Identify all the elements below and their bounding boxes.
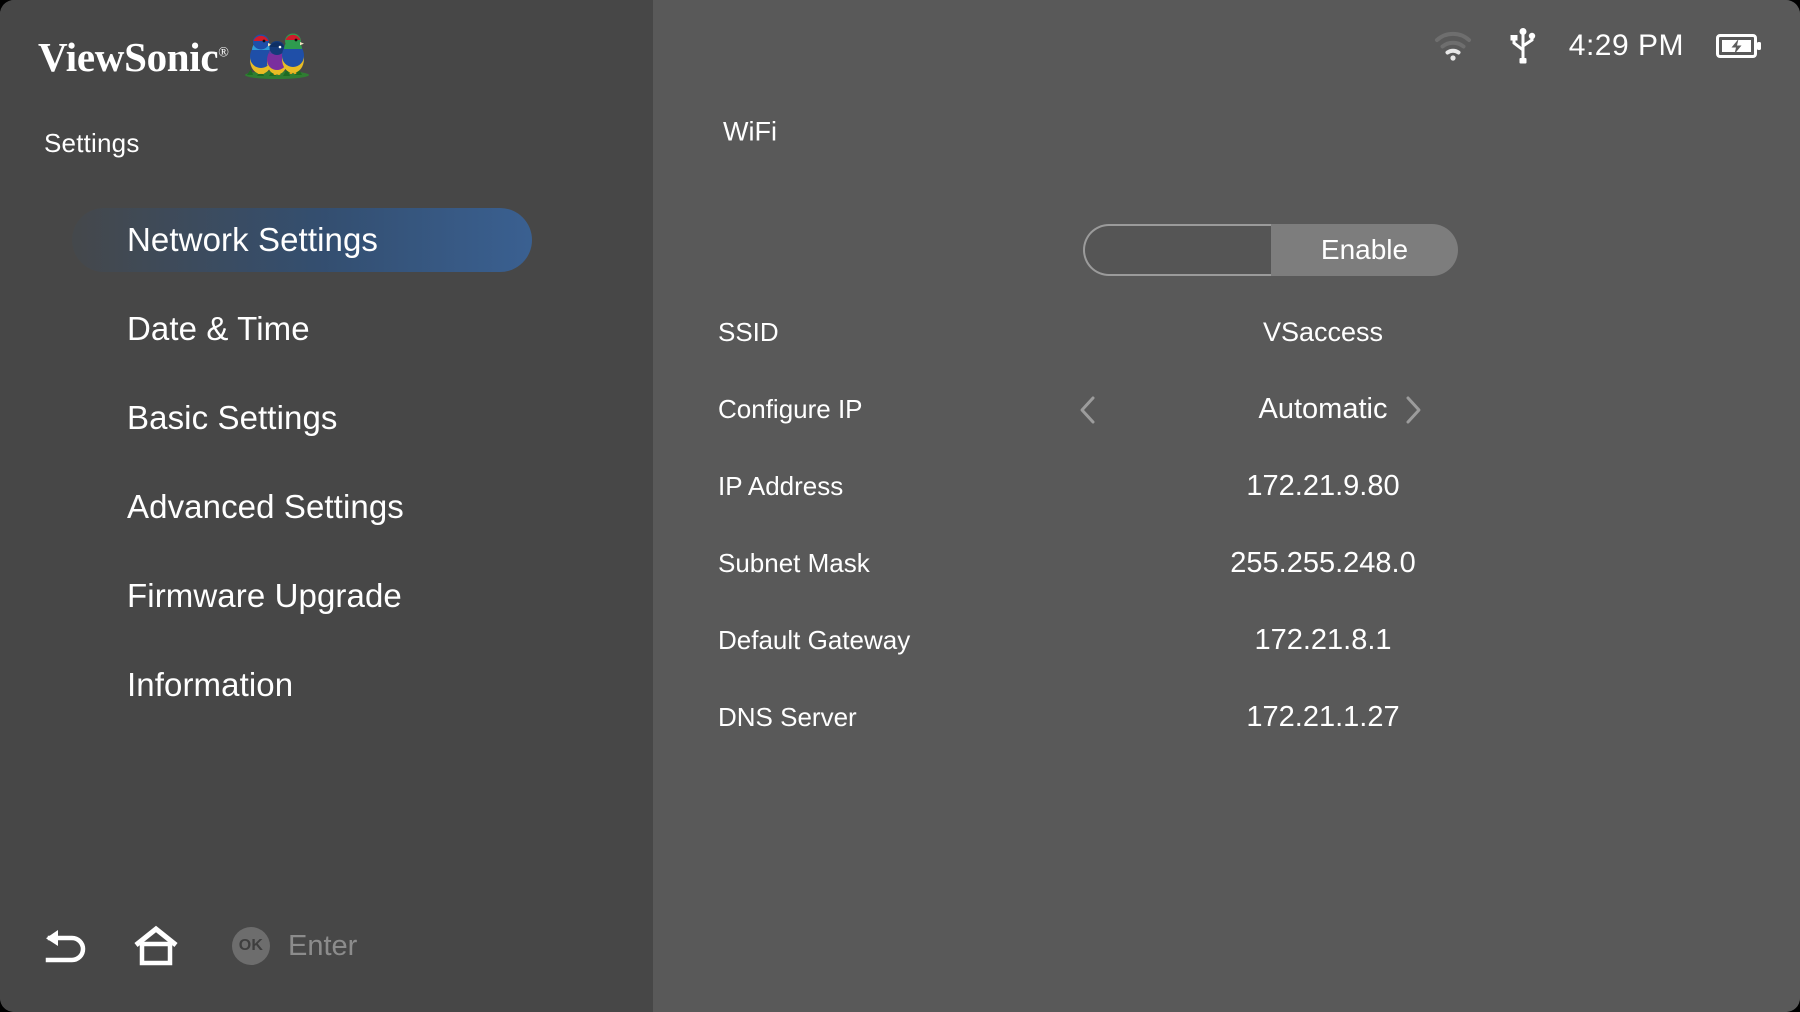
row-label: IP Address [718, 471, 844, 501]
row-subnet-mask[interactable]: Subnet Mask 255.255.248.0 [653, 525, 1800, 602]
sidebar-item-advanced-settings[interactable]: Advanced Settings [0, 475, 653, 539]
sidebar-item-label: Firmware Upgrade [127, 577, 402, 614]
viewsonic-logo: ViewSonic® [38, 28, 315, 79]
sidebar-item-label: Network Settings [127, 221, 379, 258]
sidebar-item-label: Information [127, 666, 294, 703]
viewsonic-finches-logo-icon [244, 33, 309, 79]
sidebar-item-label: Advanced Settings [127, 488, 404, 525]
home-icon [134, 925, 178, 966]
clock-time: 4:29 PM [1568, 29, 1684, 62]
sidebar-item-basic-settings[interactable]: Basic Settings [0, 386, 653, 450]
battery-charging-icon [1716, 34, 1761, 58]
row-label: Configure IP [718, 394, 863, 424]
row-dns-server[interactable]: DNS Server 172.21.1.27 [653, 679, 1800, 756]
row-configure-ip[interactable]: Configure IP Automatic [653, 371, 1800, 448]
back-arrow-icon [45, 930, 86, 963]
settings-screen: ViewSonic® Settings Network Settings Dat… [0, 0, 1800, 1012]
row-label: DNS Server [718, 702, 857, 732]
registered-mark: ® [218, 45, 229, 61]
usb-status [1509, 28, 1537, 64]
row-label: SSID [718, 317, 779, 347]
content-panel: 4:29 PM WiFi Enable SSID VSaccess Config… [653, 0, 1800, 1012]
chevron-right-glyph [1406, 396, 1421, 423]
row-ip-address[interactable]: IP Address 172.21.9.80 [653, 448, 1800, 525]
sidebar: ViewSonic® Settings Network Settings Dat… [0, 0, 653, 1012]
row-ssid[interactable]: SSID VSaccess [653, 294, 1800, 371]
status-bar: 4:29 PM [1433, 24, 1762, 68]
wifi-icon [1434, 31, 1471, 61]
row-label: Default Gateway [718, 625, 911, 655]
row-value: VSaccess [1262, 317, 1384, 347]
settings-menu: Network Settings Date & Time Basic Setti… [0, 208, 653, 742]
section-heading-wifi: WiFi [723, 116, 777, 147]
sidebar-item-network-settings[interactable]: Network Settings [0, 208, 653, 272]
wifi-enable-toggle[interactable]: Enable [1083, 224, 1458, 276]
ok-badge-icon: OK [232, 927, 270, 965]
brand-name: ViewSonic [38, 34, 219, 80]
row-value: 172.21.9.80 [1246, 470, 1400, 502]
sidebar-item-date-time[interactable]: Date & Time [0, 297, 653, 361]
viewsonic-wordmark: ViewSonic® [38, 37, 229, 78]
sidebar-item-firmware-upgrade[interactable]: Firmware Upgrade [0, 564, 653, 628]
sidebar-item-information[interactable]: Information [0, 653, 653, 717]
back-button[interactable] [40, 920, 92, 972]
toggle-enable-label[interactable]: Enable [1271, 224, 1458, 276]
row-default-gateway[interactable]: Default Gateway 172.21.8.1 [653, 602, 1800, 679]
wifi-status [1433, 30, 1473, 62]
sidebar-item-label: Basic Settings [127, 399, 338, 436]
row-value: Automatic [1258, 393, 1388, 425]
network-settings-list: SSID VSaccess Configure IP Automatic IP … [653, 294, 1800, 756]
row-label: Subnet Mask [718, 548, 870, 578]
toggle-off-track[interactable] [1083, 224, 1271, 276]
home-button[interactable] [130, 920, 182, 972]
bottom-toolbar: OK Enter [40, 920, 357, 972]
enter-label: Enter [288, 929, 358, 962]
row-value: 255.255.248.0 [1230, 547, 1416, 579]
row-value: 172.21.1.27 [1246, 701, 1400, 733]
sidebar-item-label: Date & Time [127, 310, 310, 347]
chevron-right-icon[interactable] [1398, 395, 1428, 425]
sidebar-title: Settings [44, 128, 140, 158]
usb-icon [1510, 28, 1535, 64]
row-value: 172.21.8.1 [1254, 624, 1392, 656]
battery-status [1716, 33, 1762, 59]
